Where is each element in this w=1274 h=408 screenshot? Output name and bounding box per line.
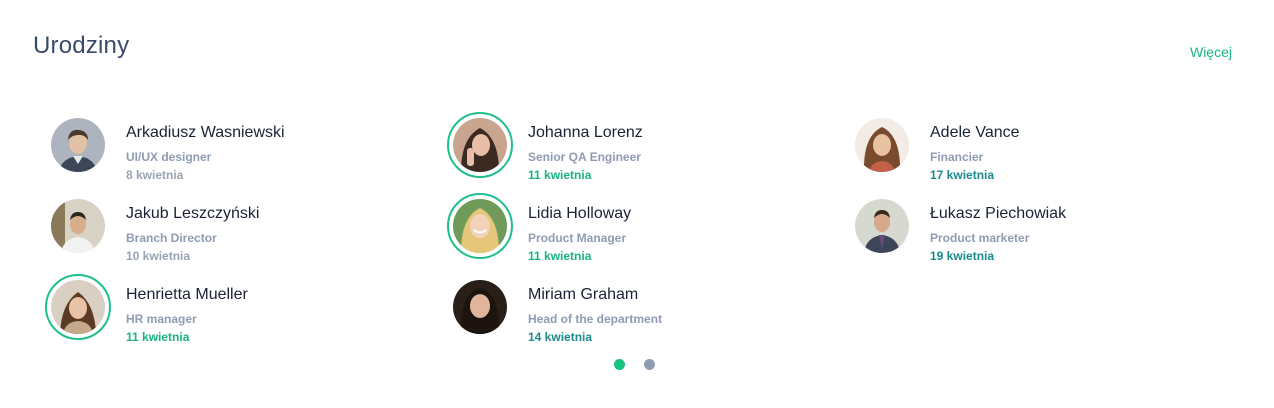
person-role: HR manager xyxy=(126,312,197,326)
birthdays-column-1: Arkadiusz Wasniewski UI/UX designer 8 kw… xyxy=(45,112,425,355)
person-item[interactable]: Łukasz Piechowiak Product marketer 19 kw… xyxy=(849,193,1229,274)
person-item[interactable]: Jakub Leszczyński Branch Director 10 kwi… xyxy=(45,193,425,274)
avatar xyxy=(855,199,909,253)
avatar-frame xyxy=(45,112,111,178)
birthdays-column-3: Adele Vance Financier 17 kwietnia Łukasz… xyxy=(849,112,1229,274)
person-item[interactable]: Arkadiusz Wasniewski UI/UX designer 8 kw… xyxy=(45,112,425,193)
birthday-date: 11 kwietnia xyxy=(126,330,190,344)
birthday-date: 19 kwietnia xyxy=(930,249,995,263)
person-name: Łukasz Piechowiak xyxy=(930,205,1067,222)
person-item[interactable]: Lidia Holloway Product Manager 11 kwietn… xyxy=(447,193,827,274)
person-role: Branch Director xyxy=(126,231,217,245)
person-role: Product Manager xyxy=(528,231,627,245)
person-name: Henrietta Mueller xyxy=(126,286,248,303)
avatar-frame xyxy=(849,112,915,178)
avatar-frame xyxy=(849,193,915,259)
avatar xyxy=(51,199,105,253)
person-item[interactable]: Miriam Graham Head of the department 14 … xyxy=(447,274,827,355)
pagination-dot-1[interactable] xyxy=(614,359,625,370)
avatar-frame xyxy=(45,193,111,259)
person-role: Financier xyxy=(930,150,984,164)
person-name: Jakub Leszczyński xyxy=(126,205,260,222)
birthday-date: 11 kwietnia xyxy=(528,249,592,263)
birthdays-column-2: Johanna Lorenz Senior QA Engineer 11 kwi… xyxy=(447,112,827,355)
avatar xyxy=(51,280,105,334)
birthday-date: 8 kwietnia xyxy=(126,168,184,182)
avatar-frame xyxy=(447,274,513,340)
pagination-dot-2[interactable] xyxy=(644,359,655,370)
avatar-frame xyxy=(45,274,111,340)
avatar xyxy=(51,118,105,172)
more-link[interactable]: Więcej xyxy=(1190,44,1232,60)
person-role: UI/UX designer xyxy=(126,150,212,164)
person-name: Adele Vance xyxy=(930,124,1020,141)
birthday-date: 11 kwietnia xyxy=(528,168,592,182)
person-role: Product marketer xyxy=(930,231,1030,245)
birthday-date: 17 kwietnia xyxy=(930,168,995,182)
person-name: Lidia Holloway xyxy=(528,205,632,222)
avatar xyxy=(453,199,507,253)
person-role: Senior QA Engineer xyxy=(528,150,641,164)
person-name: Miriam Graham xyxy=(528,286,639,303)
widget-title: Urodziny xyxy=(33,32,130,59)
avatar xyxy=(453,280,507,334)
person-item[interactable]: Henrietta Mueller HR manager 11 kwietnia xyxy=(45,274,425,355)
birthday-date: 14 kwietnia xyxy=(528,330,593,344)
carousel-pagination xyxy=(614,359,655,370)
birthdays-widget: Urodziny Więcej Arkadiusz Wasniewski UI/… xyxy=(0,0,1274,408)
birthday-date: 10 kwietnia xyxy=(126,249,191,263)
person-name: Johanna Lorenz xyxy=(528,124,643,141)
person-role: Head of the department xyxy=(528,312,663,326)
person-name: Arkadiusz Wasniewski xyxy=(126,124,285,141)
avatar-frame xyxy=(447,193,513,259)
avatar xyxy=(855,118,909,172)
avatar xyxy=(453,118,507,172)
person-item[interactable]: Adele Vance Financier 17 kwietnia xyxy=(849,112,1229,193)
avatar-frame xyxy=(447,112,513,178)
person-item[interactable]: Johanna Lorenz Senior QA Engineer 11 kwi… xyxy=(447,112,827,193)
